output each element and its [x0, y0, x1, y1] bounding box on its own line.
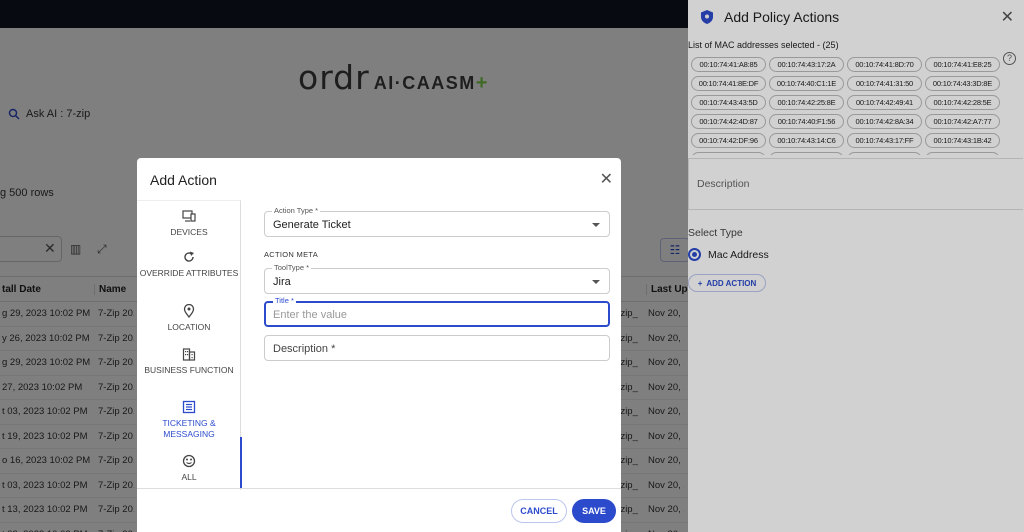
nav-item-all[interactable]: ALL	[137, 454, 241, 483]
description-field[interactable]: Description *	[264, 335, 610, 361]
title-label: Title *	[273, 296, 296, 305]
description-placeholder: Description *	[273, 343, 336, 355]
save-button[interactable]: SAVE	[572, 499, 616, 523]
devices-icon	[182, 210, 196, 222]
location-pin-icon	[183, 304, 195, 318]
building-icon	[182, 348, 196, 361]
close-icon[interactable]: ✕	[600, 169, 613, 189]
panel-backdrop	[688, 0, 1024, 532]
tool-type-value: Jira	[273, 276, 291, 288]
modal-title: Add Action	[150, 172, 217, 188]
nav-item-location[interactable]: LOCATION	[137, 304, 241, 333]
refresh-icon	[184, 251, 194, 262]
title-field[interactable]: Title *	[264, 296, 610, 327]
dropdown-arrow-icon	[592, 280, 600, 284]
nav-label: ALL	[181, 472, 197, 482]
tool-type-select[interactable]: ToolType * Jira	[264, 263, 610, 294]
cancel-button[interactable]: CANCEL	[511, 499, 567, 523]
modal-footer-divider	[137, 488, 621, 489]
nav-item-ticketing-messaging[interactable]: TICKETING & MESSAGING	[137, 400, 241, 440]
nav-item-override-attributes[interactable]: OVERRIDE ATTRIBUTES	[137, 250, 241, 279]
nav-label: BUSINESS FUNCTION	[144, 365, 234, 375]
add-action-modal: Add Action ✕ DEVICES OVERRIDE ATTRIBUTES…	[137, 158, 621, 532]
title-input[interactable]	[273, 309, 593, 321]
action-meta-title: ACTION META	[264, 250, 318, 259]
ticket-list-icon	[182, 400, 196, 414]
action-type-select[interactable]: Action Type * Generate Ticket	[264, 206, 610, 237]
action-category-nav: DEVICES OVERRIDE ATTRIBUTES LOCATION BUS…	[137, 200, 242, 490]
tool-type-label: ToolType *	[272, 263, 312, 272]
nav-label: LOCATION	[167, 322, 211, 332]
action-type-value: Generate Ticket	[273, 219, 351, 231]
nav-label: DEVICES	[170, 227, 208, 237]
nav-label: TICKETING & MESSAGING	[162, 418, 216, 439]
nav-label: OVERRIDE ATTRIBUTES	[139, 268, 239, 278]
dropdown-arrow-icon	[592, 223, 600, 227]
all-icon	[182, 454, 196, 468]
active-nav-indicator	[240, 437, 242, 489]
action-type-label: Action Type *	[272, 206, 321, 215]
nav-item-business-function[interactable]: BUSINESS FUNCTION	[137, 347, 241, 376]
nav-item-devices[interactable]: DEVICES	[137, 209, 241, 238]
